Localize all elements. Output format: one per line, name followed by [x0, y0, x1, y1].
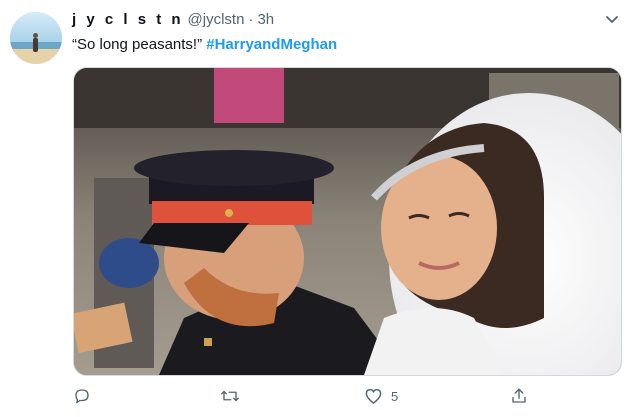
- reply-button[interactable]: [73, 384, 99, 408]
- retweet-button[interactable]: [220, 384, 248, 408]
- tweet-timestamp[interactable]: 3h: [257, 11, 274, 28]
- tweet-photo[interactable]: [73, 67, 622, 376]
- more-options-button[interactable]: [604, 12, 620, 28]
- wedding-photo: [74, 68, 621, 375]
- tweet-body: “So long peasants!”: [72, 36, 207, 53]
- tweet-card[interactable]: j y c l s t n @jyclstn · 3h “So long pea…: [0, 0, 634, 417]
- like-button[interactable]: 5: [364, 384, 398, 408]
- header-separator: ·: [248, 11, 254, 28]
- tweet-text: “So long peasants!” #HarryandMeghan: [72, 36, 337, 53]
- hashtag-link[interactable]: #HarryandMeghan: [206, 36, 337, 53]
- avatar[interactable]: [10, 12, 62, 64]
- share-button[interactable]: [510, 384, 536, 408]
- user-handle[interactable]: @jyclstn: [188, 11, 245, 28]
- avatar-person: [33, 38, 38, 52]
- reply-icon: [75, 389, 89, 404]
- tweet-header: j y c l s t n @jyclstn · 3h: [72, 11, 274, 33]
- share-icon: [512, 388, 526, 403]
- tweet-actions: 5: [0, 384, 634, 410]
- display-name[interactable]: j y c l s t n: [72, 11, 184, 28]
- heart-icon: [365, 388, 382, 404]
- retweet-icon: [221, 390, 239, 402]
- chevron-down-icon: [606, 16, 618, 23]
- like-count: 5: [391, 388, 399, 404]
